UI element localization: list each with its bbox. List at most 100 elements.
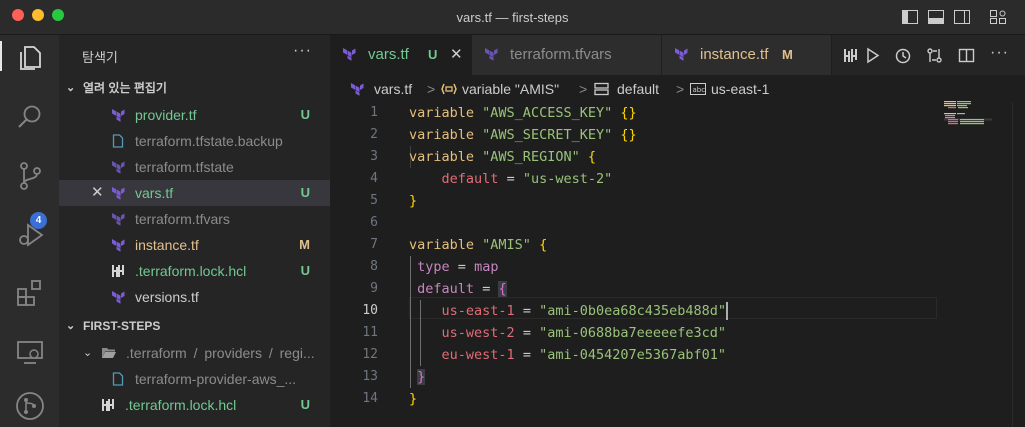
toggle-secondary-sidebar-icon[interactable] [954, 10, 970, 24]
string-symbol-icon: abc [690, 83, 706, 95]
line-number: 11 [362, 325, 378, 340]
open-editor-item[interactable]: terraform.tfvars [59, 206, 330, 232]
run-icon[interactable] [864, 47, 881, 64]
breadcrumb-key[interactable]: us-east-1 [711, 76, 769, 102]
close-icon[interactable]: ✕ [450, 35, 463, 75]
history-icon[interactable] [894, 47, 911, 64]
code-editor[interactable]: 1 2 3 4 5 6 7 8 9 10 11 12 13 14 variabl… [330, 102, 1025, 427]
search-icon[interactable] [15, 102, 45, 132]
attribute: us-east-1 [441, 303, 515, 319]
file-item[interactable]: .terraform.lock.hcl U [59, 392, 330, 418]
line-number: 4 [370, 171, 378, 186]
string: "AWS_SECRET_KEY" [482, 127, 613, 143]
hcl-lock-icon [112, 265, 124, 277]
line-number: 7 [370, 237, 378, 252]
bracket: } [409, 391, 418, 407]
attribute: eu-west-1 [441, 347, 515, 363]
keyword: variable [409, 237, 475, 253]
terraform-hcl-icon[interactable] [842, 47, 859, 64]
vertical-scrollbar[interactable] [1012, 102, 1025, 427]
terraform-icon [112, 213, 125, 226]
more-actions-button[interactable]: ··· [293, 42, 312, 60]
close-icon[interactable]: ✕ [91, 180, 104, 206]
terraform-icon [343, 48, 356, 61]
string: "AWS_ACCESS_KEY" [482, 105, 613, 121]
operator: = [522, 347, 531, 363]
code-line: variable "AMIS" { [409, 234, 547, 256]
line-number: 13 [362, 369, 378, 384]
breadcrumb-separator: > [676, 81, 685, 97]
tab-instance-tf[interactable]: instance.tf M [662, 35, 832, 75]
extensions-icon[interactable] [15, 278, 45, 308]
open-editor-item[interactable]: terraform.tfstate [59, 154, 330, 180]
git-status: U [428, 47, 438, 62]
operator: = [522, 303, 531, 319]
active-indicator [0, 41, 2, 71]
file-icon [112, 134, 124, 148]
object-symbol-icon [594, 82, 609, 96]
compare-changes-icon[interactable] [926, 47, 943, 64]
run-debug-icon[interactable] [15, 220, 45, 250]
breadcrumb-separator: > [427, 81, 436, 97]
operator: = [482, 281, 491, 297]
string: "AWS_REGION" [482, 149, 580, 165]
text-cursor [726, 302, 729, 320]
keyword: variable [409, 149, 475, 165]
git-status: U [300, 185, 310, 200]
terraform-icon [112, 291, 125, 304]
tab-terraform-tfvars[interactable]: terraform.tfvars [472, 35, 662, 75]
file-item[interactable]: terraform-provider-aws_... [59, 366, 330, 392]
open-editor-item[interactable]: instance.tf M [59, 232, 330, 258]
file-name: .terraform.lock.hcl [125, 397, 237, 413]
line-number: 1 [370, 105, 378, 120]
folder-item[interactable]: ⌄ .terraform / providers / regi... [59, 340, 330, 366]
line-number: 8 [370, 259, 378, 274]
open-editor-item[interactable]: terraform.tfstate.backup [59, 128, 330, 154]
minimap[interactable] [940, 100, 1000, 140]
svg-text:abc: abc [693, 86, 706, 94]
keyword: variable [409, 127, 475, 143]
code-line: } [409, 388, 417, 410]
line-number: 6 [370, 215, 378, 230]
git-graph-icon[interactable] [15, 391, 45, 421]
terraform-icon [351, 83, 364, 96]
breadcrumb-default[interactable]: default [617, 76, 659, 102]
remote-explorer-icon[interactable] [15, 337, 45, 367]
code-line: type = map [409, 256, 498, 278]
open-editor-item[interactable]: provider.tf U [59, 102, 330, 128]
git-status: U [300, 107, 310, 122]
terraform-icon [112, 187, 125, 200]
chevron-down-icon: ⌄ [66, 320, 76, 332]
line-number: 9 [370, 281, 378, 296]
file-name: provider.tf [135, 107, 197, 123]
window-title: vars.tf — first-steps [456, 10, 569, 25]
code-line: variable "AWS_SECRET_KEY" {} [409, 124, 637, 146]
more-actions-button[interactable]: ··· [990, 44, 1009, 62]
tab-vars-tf[interactable]: vars.tf U ✕ [330, 35, 472, 75]
bracket: } [417, 369, 426, 385]
split-editor-icon[interactable] [958, 47, 975, 64]
code-line: default = "us-west-2" [409, 168, 613, 190]
open-editor-item-active[interactable]: ✕ vars.tf U [59, 180, 330, 206]
terraform-icon [112, 161, 125, 174]
open-editors-header[interactable]: ⌄ 열려 있는 편집기 [59, 77, 330, 99]
git-status: M [782, 47, 793, 62]
toggle-panel-icon[interactable] [928, 10, 944, 24]
open-editor-item[interactable]: versions.tf [59, 284, 330, 310]
toggle-sidebar-icon[interactable] [902, 10, 918, 24]
explorer-icon[interactable] [15, 43, 45, 73]
tab-label: terraform.tfvars [510, 46, 612, 63]
open-editor-item[interactable]: .terraform.lock.hcl U [59, 258, 330, 284]
folder-segment: providers [204, 345, 262, 361]
open-editors-title: 열려 있는 편집기 [83, 81, 167, 95]
bracket: { [587, 149, 596, 165]
source-control-icon[interactable] [15, 161, 45, 191]
breadcrumb-file[interactable]: vars.tf [374, 76, 412, 102]
project-header[interactable]: ⌄ FIRST-STEPS [59, 315, 330, 337]
breadcrumb-variable[interactable]: variable "AMIS" [462, 76, 559, 102]
attribute: default [441, 171, 499, 187]
code-line: default = { [409, 278, 507, 300]
attribute: type [417, 259, 450, 275]
line-number: 3 [370, 149, 378, 164]
customize-layout-icon[interactable] [990, 10, 1006, 24]
